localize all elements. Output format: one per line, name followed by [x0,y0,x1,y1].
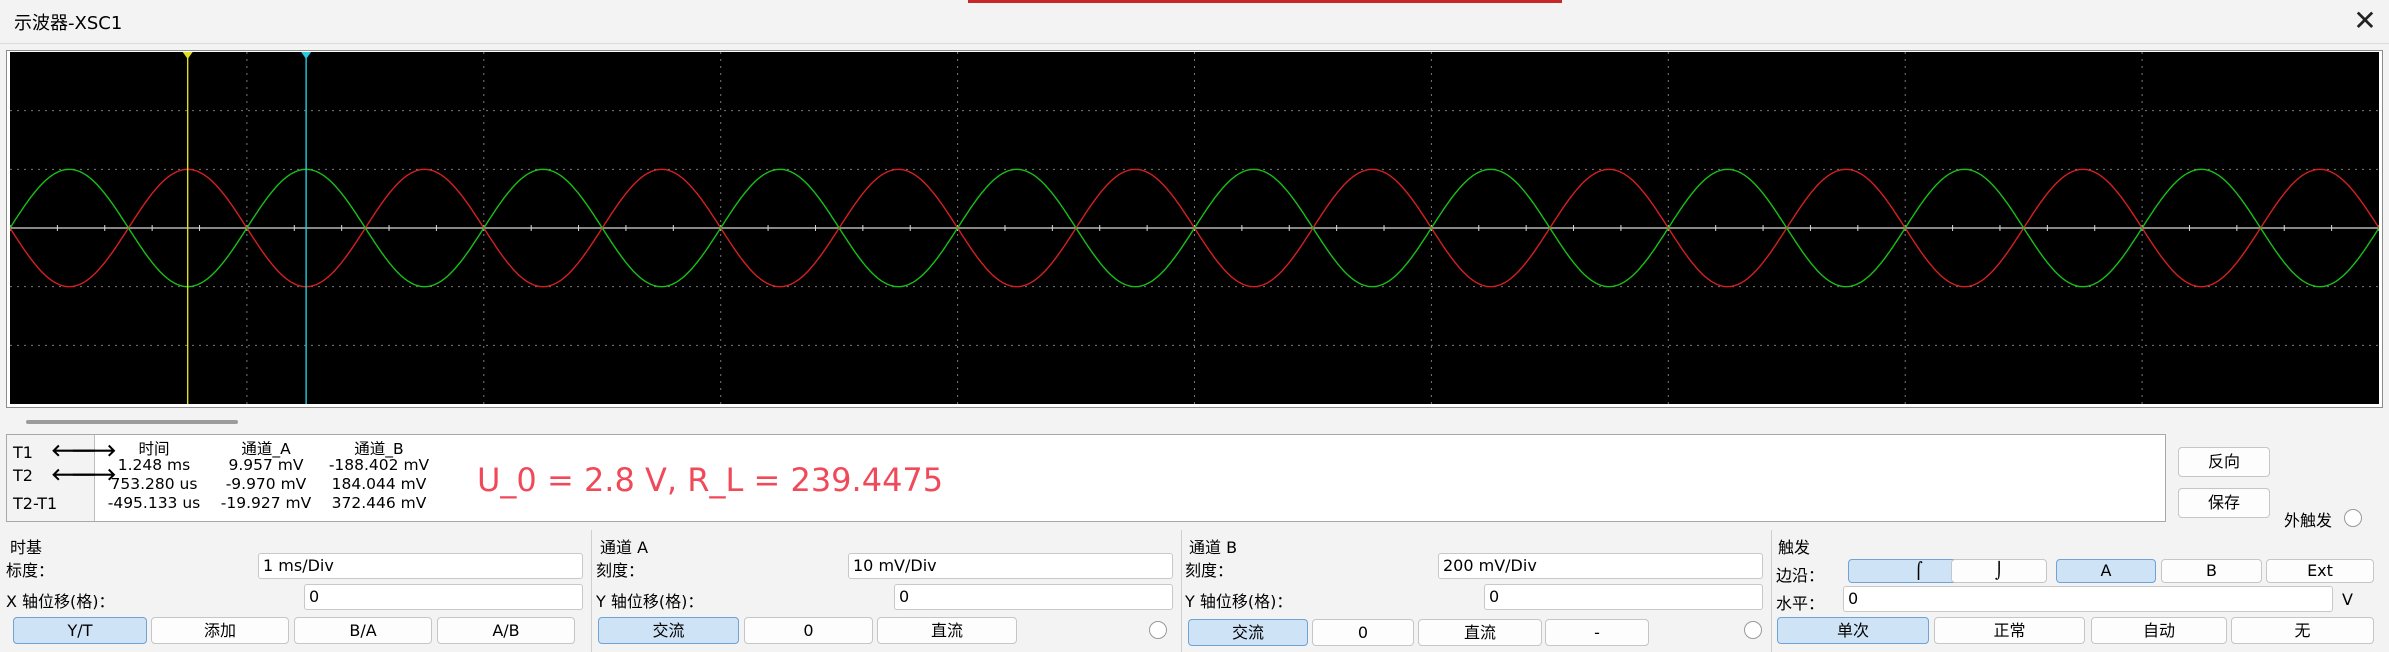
row-label-t2-t1: T2-T1 [13,494,58,513]
channel-a-ypos-field[interactable]: 0 [894,584,1173,610]
trigger-auto-button[interactable]: 自动 [2091,617,2227,644]
time-t2: 753.280 us [110,475,198,493]
trigger-none-button[interactable]: 无 [2231,617,2374,644]
channel-b-scale-label: 刻度： [1185,561,1234,580]
external-trigger-label: 外触发 [2284,511,2333,530]
channel-b-dc-button[interactable]: 直流 [1418,619,1542,646]
timebase-scale-label: 标度： [6,561,55,580]
panel-divider [1771,530,1772,652]
trigger-level-label: 水平： [1776,594,1825,613]
falling-edge-button[interactable]: ⌡ [1951,559,2047,583]
trigger-title: 触发 [1778,538,1811,557]
trigger-level-field[interactable]: 0 [1843,586,2333,612]
channel-a-ypos-label: Y 轴位移(格)： [596,592,704,611]
channel-b-title: 通道 B [1189,538,1238,557]
t1-move-right-icon[interactable]: 🡒 [71,442,117,460]
channel-b-ypos-field[interactable]: 0 [1484,584,1763,610]
formula-annotation: U_0 = 2.8 V, R_L = 239.4475 [477,461,944,499]
channel-b-scale-field[interactable]: 200 mV/Div [1438,553,1763,579]
channel-b-ac-button[interactable]: 交流 [1188,619,1308,646]
panel-divider [591,530,592,652]
t2-move-left-icon[interactable]: 🡐 [51,466,97,484]
t2-move-right-icon[interactable]: 🡒 [71,466,117,484]
channel-b-ypos-label: Y 轴位移(格)： [1185,592,1293,611]
scope-scrollbar-track[interactable] [6,414,2383,428]
channel-a-dc-button[interactable]: 直流 [877,617,1017,644]
trigger-single-button[interactable]: 单次 [1777,617,1929,644]
title-bar: 示波器-XSC1 ✕ [0,0,2389,44]
timebase-title: 时基 [10,538,43,557]
time-t1: 1.248 ms [117,456,191,474]
cursor-readout-panel: T1 🡐 🡒 T2 🡐 🡒 T2-T1 时间 1.248 ms 753.280 … [6,434,2166,522]
mode-yt-button[interactable]: Y/T [13,617,147,644]
channel-a-zero-button[interactable]: 0 [744,617,873,644]
row-label-t1: T1 [13,443,33,462]
timebase-xpos-label: X 轴位移(格)： [6,592,115,611]
channel-a-t1: 9.957 mV [228,456,304,474]
trigger-level-unit: V [2342,590,2353,609]
channel-a-scale-field[interactable]: 10 mV/Div [848,553,1173,579]
trigger-source-b-button[interactable]: B [2161,559,2262,583]
channel-a-t2: -9.970 mV [225,475,307,493]
timebase-scale-field[interactable]: 1 ms/Div [258,553,583,579]
title-accent-strip [968,0,1562,3]
channel-a-scale-label: 刻度： [596,561,645,580]
t1-move-left-icon[interactable]: 🡐 [51,442,97,460]
cursor-row-labels: T1 🡐 🡒 T2 🡐 🡒 T2-T1 [7,435,117,521]
channel-b-diff-button[interactable]: - [1545,619,1649,646]
channel-a-diff: -19.927 mV [220,494,312,512]
mode-ba-button[interactable]: B/A [294,617,432,644]
time-diff: -495.133 us [107,494,201,512]
scope-scrollbar-thumb[interactable] [26,420,238,424]
channel-b-t2: 184.044 mV [331,475,427,493]
external-trigger-radio[interactable] [2344,509,2362,527]
trigger-normal-button[interactable]: 正常 [1934,617,2085,644]
trigger-source-ext-button[interactable]: Ext [2266,559,2374,583]
mode-ab-button[interactable]: A/B [437,617,575,644]
close-icon[interactable]: ✕ [2348,4,2382,38]
channel-a-radio[interactable] [1149,621,1167,639]
row-label-t2: T2 [13,466,33,485]
save-button[interactable]: 保存 [2178,488,2270,518]
channel-a-title: 通道 A [600,538,649,557]
channel-b-t1: -188.402 mV [328,456,430,474]
trigger-source-a-button[interactable]: A [2056,559,2156,583]
timebase-xpos-field[interactable]: 0 [304,584,583,610]
mode-add-button[interactable]: 添加 [151,617,289,644]
falling-edge-icon: ⌡ [1994,561,2004,580]
channel-b-radio[interactable] [1744,621,1762,639]
scope-display[interactable] [10,52,2379,404]
reverse-button[interactable]: 反向 [2178,447,2270,477]
trigger-edge-label: 边沿： [1776,566,1825,585]
channel-b-zero-button[interactable]: 0 [1312,619,1414,646]
window-title: 示波器-XSC1 [14,13,123,34]
panel-divider [1181,530,1182,652]
channel-a-ac-button[interactable]: 交流 [598,617,739,644]
rising-edge-icon: ⌠ [1914,561,1923,580]
channel-b-diff: 372.446 mV [331,494,427,512]
